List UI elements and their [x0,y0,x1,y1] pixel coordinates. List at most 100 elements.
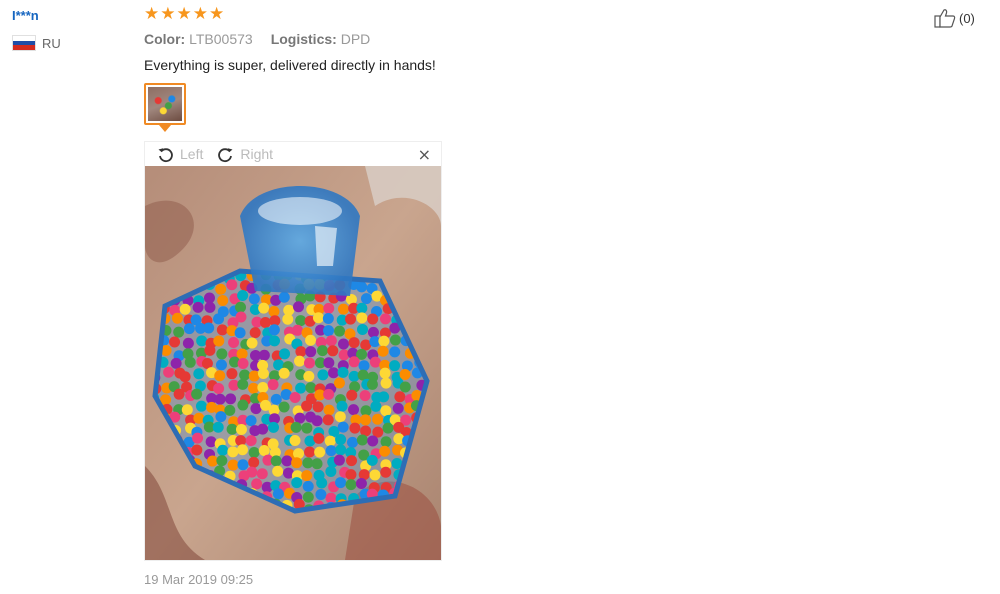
ball-shape [389,334,401,346]
logistics-value: DPD [340,31,371,47]
ball-shape [322,313,334,325]
ball-shape [227,446,239,458]
ball-shape [293,301,305,313]
ball-shape [217,294,229,306]
ball-shape [214,393,226,405]
ball-shape [337,366,349,378]
ball-shape [379,313,391,325]
ball-shape [217,444,229,456]
star-icon: ★ [160,4,176,24]
rotate-right-button[interactable]: Right [217,146,273,163]
ball-shape [278,291,290,303]
ball-shape [235,311,247,323]
close-viewer-button[interactable]: × [418,145,431,164]
ball-shape [311,415,323,427]
ball-shape [256,468,268,480]
rotate-left-icon [158,147,173,162]
ball-shape [163,366,175,378]
ball-shape [212,421,224,433]
ball-shape [226,368,238,380]
ball-shape [359,414,371,426]
ball-shape [289,391,301,403]
ball-shape [372,413,384,425]
ball-pit-photo-image [145,166,441,560]
ball-shape [303,357,315,369]
ball-shape [193,368,205,380]
color-label: Color: [144,31,186,47]
ball-shape [237,289,249,301]
ball-shape [367,326,379,338]
ball-shape [291,477,303,489]
ball-shape [281,455,293,467]
review-text: Everything is super, delivered directly … [144,57,436,73]
ball-shape [214,370,226,382]
ball-shape [215,359,227,371]
reviewer-name: I***n [12,8,39,23]
ball-shape [216,324,228,336]
ball-shape [312,401,324,413]
ball-shape [322,414,334,426]
ball-shape [246,466,258,478]
ball-shape [333,454,345,466]
ball-shape [237,399,249,411]
rotate-left-button[interactable]: Left [157,146,203,163]
photo-viewer: Left Right × [144,141,442,561]
rotate-right-label: Right [240,146,274,162]
ball-shape [359,390,371,402]
ball-shape [237,378,249,390]
ball-shape [345,469,357,481]
ball-shape [356,434,368,446]
ball-shape [248,456,260,468]
ball-shape [257,423,269,435]
ball-shape [169,336,181,348]
review-photo-thumbnail[interactable] [144,83,186,125]
ball-shape [327,345,339,357]
ball-shape [278,367,290,379]
ball-shape [170,357,182,369]
ball-shape [305,382,317,394]
star-icon: ★ [192,4,208,24]
ball-shape [293,448,305,460]
ball-shape [399,369,411,381]
color-value: LTB00573 [189,31,253,47]
ball-shape [215,411,227,423]
ball-shape [323,388,335,400]
ball-shape [302,491,314,503]
ball-shape [179,371,191,383]
ball-shape [251,478,263,490]
ball-shape [338,338,350,350]
ball-shape [327,367,339,379]
review-date: 19 Mar 2019 09:25 [144,572,254,587]
ball-shape [235,301,247,313]
russia-flag-icon [12,35,36,51]
ball-shape [392,402,404,414]
ball-shape [278,401,290,413]
ball-shape [270,455,282,467]
ball-shape [377,345,389,357]
ball-shape [305,346,317,358]
ball-shape [226,279,238,291]
ball-shape [192,432,204,444]
ball-shape [314,446,326,458]
ball-shape [367,313,379,325]
ball-shape [257,367,269,379]
ball-shape [348,356,360,368]
ball-shape [183,323,195,335]
ball-shape [389,346,401,358]
helpful-button[interactable]: (0) [934,8,975,28]
ball-shape [257,382,269,394]
ball-shape [380,405,392,417]
star-icon: ★ [144,4,160,24]
ball-shape [324,435,336,447]
ball-shape [317,369,329,381]
ball-shape [303,370,315,382]
ball-shape [191,388,203,400]
logistics-label: Logistics: [270,31,337,47]
ball-shape [337,421,349,433]
ball-shape [380,436,392,448]
rotate-left-label: Left [180,146,204,162]
ball-shape [334,325,346,337]
ball-shape [237,357,249,369]
ball-shape [334,411,346,423]
reviewer-country: RU [12,35,61,51]
